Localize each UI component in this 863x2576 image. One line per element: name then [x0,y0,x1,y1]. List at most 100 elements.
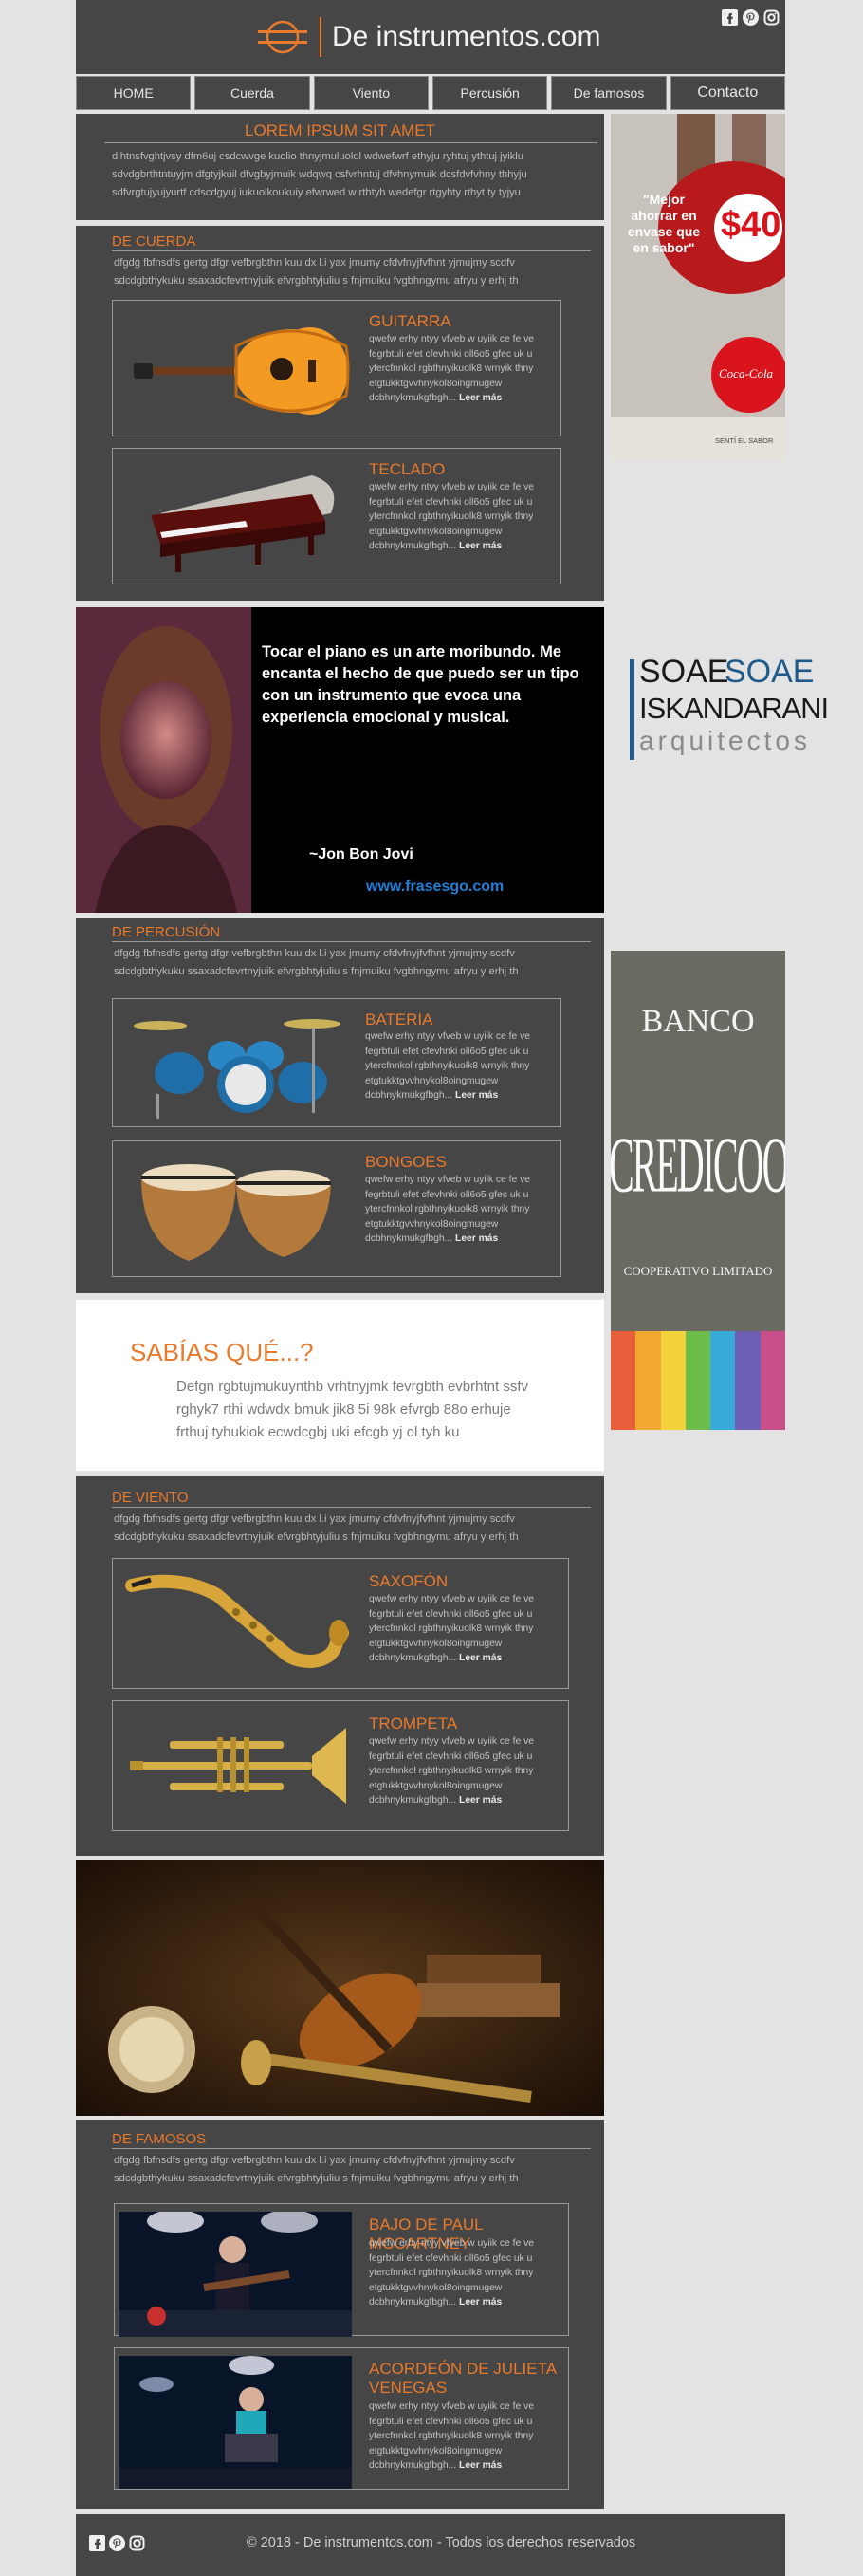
pinterest-icon[interactable] [743,9,759,26]
read-more-link[interactable]: Leer más [459,541,502,551]
read-more-link[interactable]: Leer más [459,1653,502,1663]
famosos-text: dfgdg fbfnsdfs gertg dfgr vefbrgbthn kuu… [114,2155,519,2184]
still-life-image [76,1860,604,2116]
viento-title[interactable]: DE VIENTO [112,1490,189,1506]
soae-ad[interactable]: SOAE SOAE ISKANDARANI arquitectos [611,470,829,944]
credicoop-bank: BANCO [641,1004,755,1039]
divider [112,941,591,942]
sabias-section: SABÍAS QUÉ...? Defgn rgbtujmukuynthb vrh… [76,1300,604,1471]
instagram-icon[interactable] [763,9,780,26]
soae-name-dark: SOAE [639,654,729,690]
card-text: qwefw erhy ntyy vfveb w uyiik ce fe ve f… [365,1173,550,1247]
ad-price: $40 [721,205,781,245]
card-text: qwefw erhy ntyy vfveb w uyiik ce fe ve f… [369,2400,559,2474]
nav-home[interactable]: HOME [76,76,192,110]
card-title[interactable]: TROMPETA [369,1714,457,1733]
nav-percusion[interactable]: Percusión [432,76,548,110]
guitar-image [122,308,350,430]
facebook-icon[interactable] [722,9,738,26]
site-brand[interactable]: De instrumentos.com [332,21,600,53]
coca-cola-ad-art [611,114,785,460]
soae-surname: ISKANDARANI [639,692,829,725]
credicoop-subtitle: COOPERATIVO LIMITADO [623,1264,773,1278]
nav-cuerda[interactable]: Cuerda [194,76,310,110]
read-more-link[interactable]: Leer más [459,393,502,403]
card-title[interactable]: SAXOFÓN [369,1572,448,1591]
nav-contacto[interactable]: Contacto [670,76,785,110]
site-footer: © 2018 - De instrumentos.com - Todos los… [76,2514,785,2576]
sabias-title: SABÍAS QUÉ...? [130,1338,314,1366]
quote-site[interactable]: www.frasesgo.com [366,879,504,896]
card-bateria[interactable]: BATERIA qwefw erhy ntyy vfveb w uyiik ce… [112,998,561,1127]
read-more-link[interactable]: Leer más [455,1090,498,1101]
nav-viento[interactable]: Viento [313,76,429,110]
facebook-icon[interactable] [89,2535,105,2551]
logo-icon[interactable] [256,19,309,55]
piano-image [122,456,350,578]
read-more-link[interactable]: Leer más [459,2297,502,2307]
divider [112,250,591,251]
divider [112,2148,591,2149]
card-teclado[interactable]: TECLADO qwefw erhy ntyy vfveb w uyiik ce… [112,448,561,584]
soae-name-blue: SOAE [725,654,815,690]
pinterest-icon[interactable] [109,2535,125,2551]
quote-text: Tocar el piano es un arte moribundo. Me … [262,643,579,726]
read-more-link[interactable]: Leer más [459,1795,502,1806]
card-text: qwefw erhy ntyy vfveb w uyiik ce fe ve f… [369,2236,559,2310]
quote-banner: Tocar el piano es un arte moribundo. Me … [76,607,604,913]
sabias-text: Defgn rgbtujmukuynthb vrhtnyjmk fevrgbth… [176,1379,529,1440]
card-desc: qwefw erhy ntyy vfveb w uyiik ce fe ve f… [365,1031,530,1101]
card-bajo-mccartney[interactable]: BAJO DE PAUL MCCARTNEY qwefw erhy ntyy v… [114,2203,569,2337]
saxophone-image [122,1566,350,1682]
card-text: qwefw erhy ntyy vfveb w uyiik ce fe ve f… [369,1592,555,1666]
quote-author: ~Jon Bon Jovi [309,846,413,862]
card-text: qwefw erhy ntyy vfveb w uyiik ce fe ve f… [369,480,549,554]
card-title[interactable]: TECLADO [369,460,445,479]
card-trompeta[interactable]: TROMPETA qwefw erhy ntyy vfveb w uyiik c… [112,1700,569,1831]
card-title[interactable]: GUITARRA [369,312,451,331]
copyright-text: © 2018 - De instrumentos.com - Todos los… [247,2535,636,2550]
header-social [722,9,780,26]
intro-text: dlhtnsfvghtjvsy dfm6uj csdcwvge kuolio t… [112,151,527,198]
viento-section: DE VIENTO dfgdg fbfnsdfs gertg dfgr vefb… [76,1476,604,1856]
card-desc: qwefw erhy ntyy vfveb w uyiik ce fe ve f… [369,2401,534,2471]
card-saxofon[interactable]: SAXOFÓN qwefw erhy ntyy vfveb w uyiik ce… [112,1558,569,1689]
ad-slogan: "Mejor ahorrar en envase que en sabor" [627,192,701,255]
card-desc: qwefw erhy ntyy vfveb w uyiik ce fe ve f… [369,482,534,551]
soae-bar [630,659,634,760]
card-title[interactable]: ACORDEÓN DE JULIETA VENEGAS [369,2360,559,2398]
coca-cola-ad[interactable]: "Mejor ahorrar en envase que en sabor" $… [611,114,785,460]
famosos-title[interactable]: DE FAMOSOS [112,2131,206,2147]
cuerda-section: DE CUERDA dfgdg fbfnsdfs gertg dfgr vefb… [76,226,604,601]
trumpet-image [122,1709,350,1825]
card-bongoes[interactable]: BONGOES qwefw erhy ntyy vfveb w uyiik ce… [112,1140,561,1277]
ad-brand: Coca-Cola [719,366,774,380]
ad-footer: SENTÍ EL SABOR [715,436,774,445]
portrait-image [76,607,251,913]
cuerda-title[interactable]: DE CUERDA [112,233,195,250]
percusion-title[interactable]: DE PERCUSIÓN [112,924,220,940]
intro-section: LOREM IPSUM SIT AMET dlhtnsfvghtjvsy dfm… [76,114,604,220]
card-guitarra[interactable]: GUITARRA qwefw erhy ntyy vfveb w uyiik c… [112,300,561,436]
card-title[interactable]: BATERIA [365,1010,432,1029]
percusion-section: DE PERCUSIÓN dfgdg fbfnsdfs gertg dfgr v… [76,918,604,1293]
credicoop-ad[interactable]: BANCO CREDICOOP COOPERATIVO LIMITADO [611,951,785,1430]
read-more-link[interactable]: Leer más [455,1233,498,1244]
intro-title: LOREM IPSUM SIT AMET [245,121,435,139]
credicoop-name: CREDICOOP [611,1120,785,1210]
card-text: qwefw erhy ntyy vfveb w uyiik ce fe ve f… [369,332,549,406]
read-more-link[interactable]: Leer más [459,2460,502,2471]
card-acordeon-venegas[interactable]: ACORDEÓN DE JULIETA VENEGAS qwefw erhy n… [114,2347,569,2490]
venegas-image [119,2356,352,2489]
nav-de-famosos[interactable]: De famosos [551,76,667,110]
logo-separator [320,17,321,57]
card-desc: qwefw erhy ntyy vfveb w uyiik ce fe ve f… [369,334,534,403]
divider [104,142,597,143]
card-desc: qwefw erhy ntyy vfveb w uyiik ce fe ve f… [369,2238,534,2307]
drums-image [122,1007,350,1121]
site-header: De instrumentos.com [76,0,785,74]
famosos-section: DE FAMOSOS dfgdg fbfnsdfs gertg dfgr vef… [76,2120,604,2509]
card-title[interactable]: BONGOES [365,1153,447,1172]
instagram-icon[interactable] [129,2535,145,2551]
soae-arquitectos: arquitectos [639,726,811,755]
